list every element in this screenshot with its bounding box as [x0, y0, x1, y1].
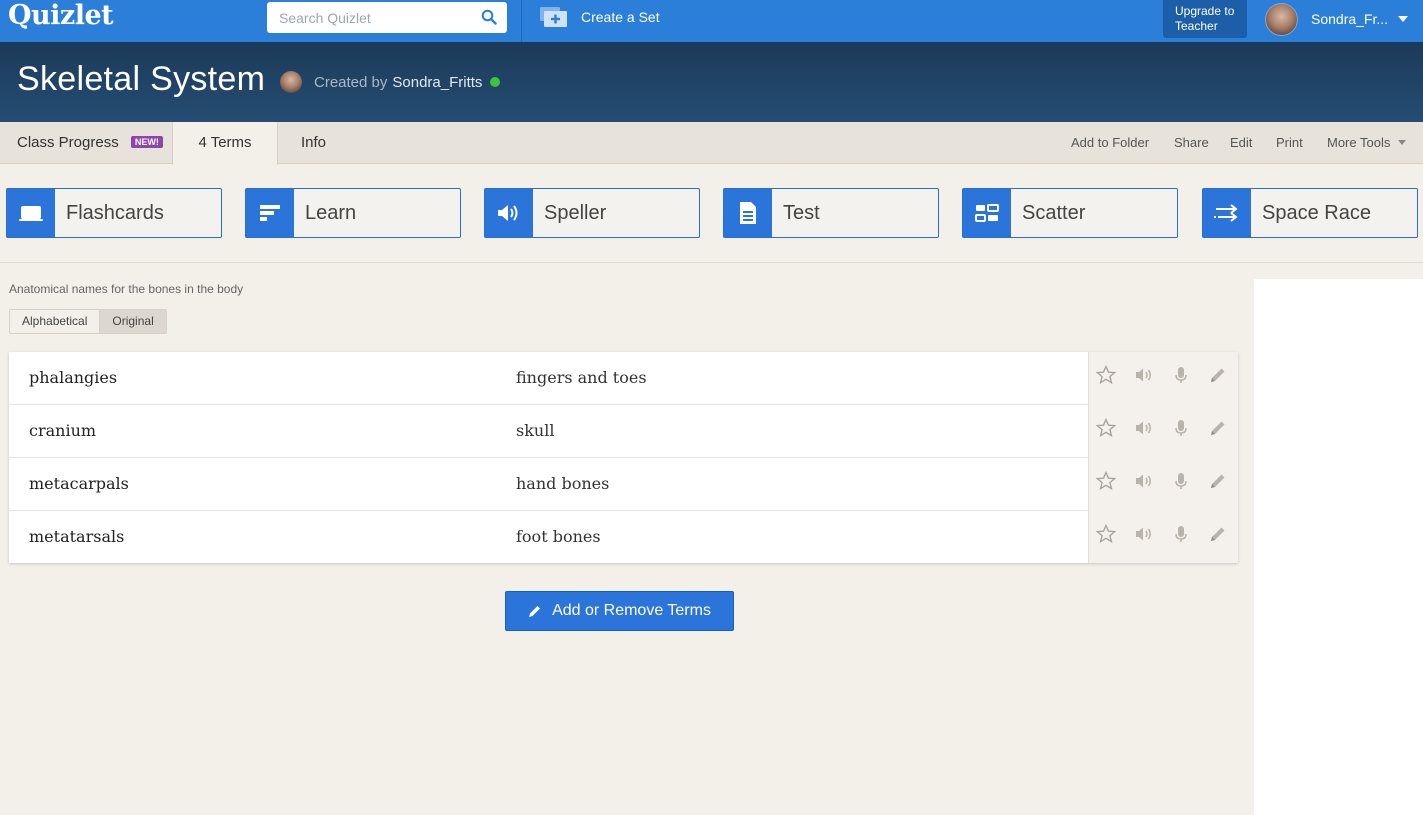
add-to-folder-button[interactable]: Add to Folder: [1071, 122, 1149, 164]
search-icon[interactable]: [481, 9, 497, 25]
speller-button[interactable]: Speller: [484, 188, 700, 238]
set-description: Anatomical names for the bones in the bo…: [9, 282, 244, 296]
tab-terms[interactable]: 4 Terms: [172, 122, 278, 165]
term-actions: [1088, 511, 1238, 563]
search-box: [267, 2, 507, 33]
speller-label: Speller: [544, 202, 607, 224]
username: Sondra_Fr...: [1311, 11, 1389, 27]
speaker-icon[interactable]: [1134, 365, 1154, 385]
speaker-icon[interactable]: [1134, 524, 1154, 544]
term-definition: foot bones: [516, 527, 601, 546]
term-row: phalangies fingers and toes: [9, 352, 1238, 405]
term-word: cranium: [29, 421, 97, 440]
term-actions: [1088, 405, 1238, 458]
space-race-label: Space Race: [1262, 202, 1371, 224]
speaker-icon[interactable]: [1134, 418, 1154, 438]
more-tools-label: More Tools: [1327, 135, 1391, 150]
test-button[interactable]: Test: [723, 188, 939, 238]
term-definition: fingers and toes: [516, 368, 647, 387]
sort-alphabetical-button[interactable]: Alphabetical: [10, 310, 100, 333]
microphone-icon[interactable]: [1171, 365, 1191, 385]
edit-button[interactable]: Edit: [1230, 122, 1252, 164]
flashcards-icon: [7, 189, 55, 237]
pencil-icon[interactable]: [1208, 365, 1228, 385]
star-icon[interactable]: [1096, 365, 1116, 385]
learn-label: Learn: [305, 202, 357, 224]
create-set-label: Create a Set: [581, 9, 660, 25]
new-badge: NEW!: [130, 136, 163, 148]
add-set-icon: [540, 7, 567, 27]
pencil-icon[interactable]: [1208, 418, 1228, 438]
search-input[interactable]: [267, 2, 477, 33]
study-modes: Flashcards Learn Speller Test Scatter Sp…: [0, 188, 1423, 238]
space-race-icon: [1203, 189, 1251, 237]
term-word: phalangies: [29, 368, 118, 387]
term-actions: [1088, 352, 1238, 405]
print-button[interactable]: Print: [1276, 122, 1303, 164]
pencil-icon[interactable]: [1208, 524, 1228, 544]
scatter-icon: [963, 189, 1011, 237]
term-row: metatarsals foot bones: [9, 511, 1238, 563]
learn-button[interactable]: Learn: [245, 188, 461, 238]
microphone-icon[interactable]: [1171, 524, 1191, 544]
chevron-down-icon: [1398, 16, 1409, 22]
scatter-button[interactable]: Scatter: [962, 188, 1178, 238]
tabs-bar: Class Progress NEW! 4 Terms Info Add to …: [0, 122, 1423, 165]
term-row: metacarpals hand bones: [9, 458, 1238, 511]
term-word: metacarpals: [29, 474, 129, 493]
term-definition: skull: [516, 421, 555, 440]
share-button[interactable]: Share: [1174, 122, 1209, 164]
side-panel: [1254, 279, 1423, 815]
star-icon[interactable]: [1096, 471, 1116, 491]
page-title: Skeletal System: [17, 60, 266, 98]
create-set-button[interactable]: Create a Set: [540, 7, 660, 27]
creator-link[interactable]: Sondra_Fritts: [392, 74, 482, 91]
document-icon: [724, 189, 772, 237]
speaker-icon[interactable]: [1134, 471, 1154, 491]
microphone-icon[interactable]: [1171, 471, 1191, 491]
flashcards-button[interactable]: Flashcards: [6, 188, 222, 238]
avatar: [1265, 2, 1298, 36]
upgrade-label-line2: Teacher: [1175, 19, 1218, 33]
set-header: Skeletal System Created by Sondra_Fritts: [0, 42, 1423, 122]
sort-original-button[interactable]: Original: [99, 310, 166, 333]
space-race-button[interactable]: Space Race: [1202, 188, 1418, 238]
term-definition: hand bones: [516, 474, 610, 493]
chevron-down-icon: [1398, 140, 1407, 145]
term-word: metatarsals: [29, 527, 125, 546]
top-navigation-bar: Quizlet Create a Set Upgrade to Teacher …: [0, 0, 1423, 42]
star-icon[interactable]: [1096, 418, 1116, 438]
upgrade-label-line1: Upgrade to: [1175, 4, 1235, 18]
pencil-icon[interactable]: [1208, 471, 1228, 491]
term-row: cranium skull: [9, 405, 1238, 458]
quizlet-logo[interactable]: Quizlet: [8, 0, 114, 36]
sort-toggle: Alphabetical Original: [9, 309, 167, 334]
topbar-divider: [521, 0, 522, 42]
scatter-label: Scatter: [1022, 202, 1086, 224]
test-label: Test: [783, 202, 820, 224]
section-divider: [0, 262, 1423, 263]
tab-class-progress[interactable]: Class Progress NEW!: [17, 122, 163, 164]
terms-list: phalangies fingers and toes cranium skul…: [9, 352, 1238, 563]
pencil-icon: [529, 606, 541, 617]
user-menu[interactable]: Sondra_Fr...: [1265, 2, 1409, 36]
creator-avatar: [280, 71, 302, 93]
microphone-icon[interactable]: [1171, 418, 1191, 438]
more-tools-button[interactable]: More Tools: [1327, 122, 1407, 164]
created-by-label: Created by: [314, 73, 388, 91]
term-actions: [1088, 458, 1238, 511]
tab-class-progress-label: Class Progress: [17, 134, 119, 151]
upgrade-to-teacher-button[interactable]: Upgrade to Teacher: [1163, 0, 1247, 38]
creator-info: Created by Sondra_Fritts: [280, 71, 501, 93]
add-or-remove-terms-button[interactable]: Add or Remove Terms: [505, 591, 734, 631]
speaker-icon: [485, 189, 533, 237]
learn-icon: [246, 189, 294, 237]
tab-info[interactable]: Info: [301, 122, 326, 164]
add-or-remove-terms-label: Add or Remove Terms: [552, 602, 711, 619]
flashcards-label: Flashcards: [66, 202, 164, 224]
star-icon[interactable]: [1096, 524, 1116, 544]
online-status-icon: [490, 77, 501, 87]
